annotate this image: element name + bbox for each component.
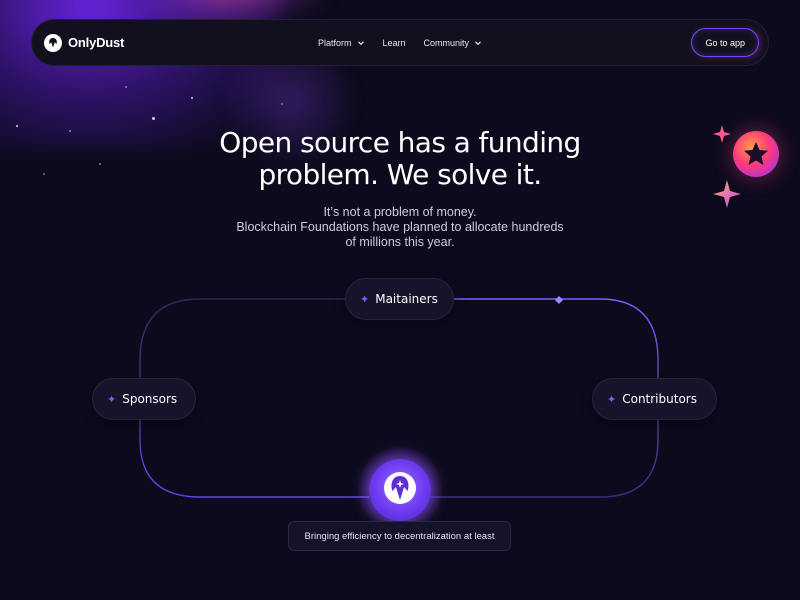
hero-subtitle-line3: of millions this year. — [345, 235, 455, 249]
nav-platform[interactable]: Platform — [318, 38, 365, 48]
hero-subtitle: It’s not a problem of money. Blockchain … — [190, 205, 610, 250]
brand-name: OnlyDust — [68, 35, 125, 50]
sponsors-label: Sponsors — [122, 392, 178, 406]
nav-community-label: Community — [423, 37, 470, 48]
top-navbar: OnlyDust Platform Learn Community Go to … — [31, 19, 769, 66]
hero-title: Open source has a funding problem. We so… — [0, 127, 800, 191]
contributors-node: ✦ Contributors — [592, 378, 717, 420]
onlydust-logo-icon — [44, 33, 62, 52]
onlydust-logo-icon — [383, 471, 417, 510]
sparkle-icon — [713, 180, 741, 208]
onlydust-orb — [369, 459, 431, 521]
sparkle-icon: ✦ — [107, 392, 117, 406]
sparkle-icon: ✦ — [360, 292, 370, 306]
nav-links: Platform Learn Community — [318, 38, 482, 48]
chevron-down-icon — [475, 40, 481, 45]
sponsors-node: ✦ Sponsors — [92, 378, 196, 420]
maintainers-label: Maitainers — [375, 292, 438, 306]
nav-platform-label: Platform — [317, 37, 352, 48]
go-to-app-button[interactable]: Go to app — [691, 28, 759, 57]
sparkle-icon — [713, 125, 731, 143]
brand-logo[interactable]: OnlyDust — [44, 33, 125, 52]
nav-learn[interactable]: Learn — [382, 38, 405, 48]
contributors-label: Contributors — [622, 392, 697, 406]
hero-section: Open source has a funding problem. We so… — [0, 127, 800, 250]
hero-title-line1: Open source has a funding — [219, 126, 581, 159]
hero-title-line2: problem. We solve it. — [258, 158, 542, 191]
chevron-down-icon — [357, 40, 364, 45]
nav-learn-label: Learn — [382, 37, 406, 48]
sparkle-icon: ✦ — [607, 392, 617, 406]
star-badge-icon — [733, 131, 779, 177]
maintainers-node: ✦ Maitainers — [345, 278, 454, 320]
orb-tooltip: Bringing efficiency to decentralization … — [288, 521, 511, 551]
hero-subtitle-line2: Blockchain Foundations have planned to a… — [236, 220, 564, 234]
hero-subtitle-line1: It’s not a problem of money. — [323, 205, 477, 219]
nav-community[interactable]: Community — [424, 38, 483, 48]
